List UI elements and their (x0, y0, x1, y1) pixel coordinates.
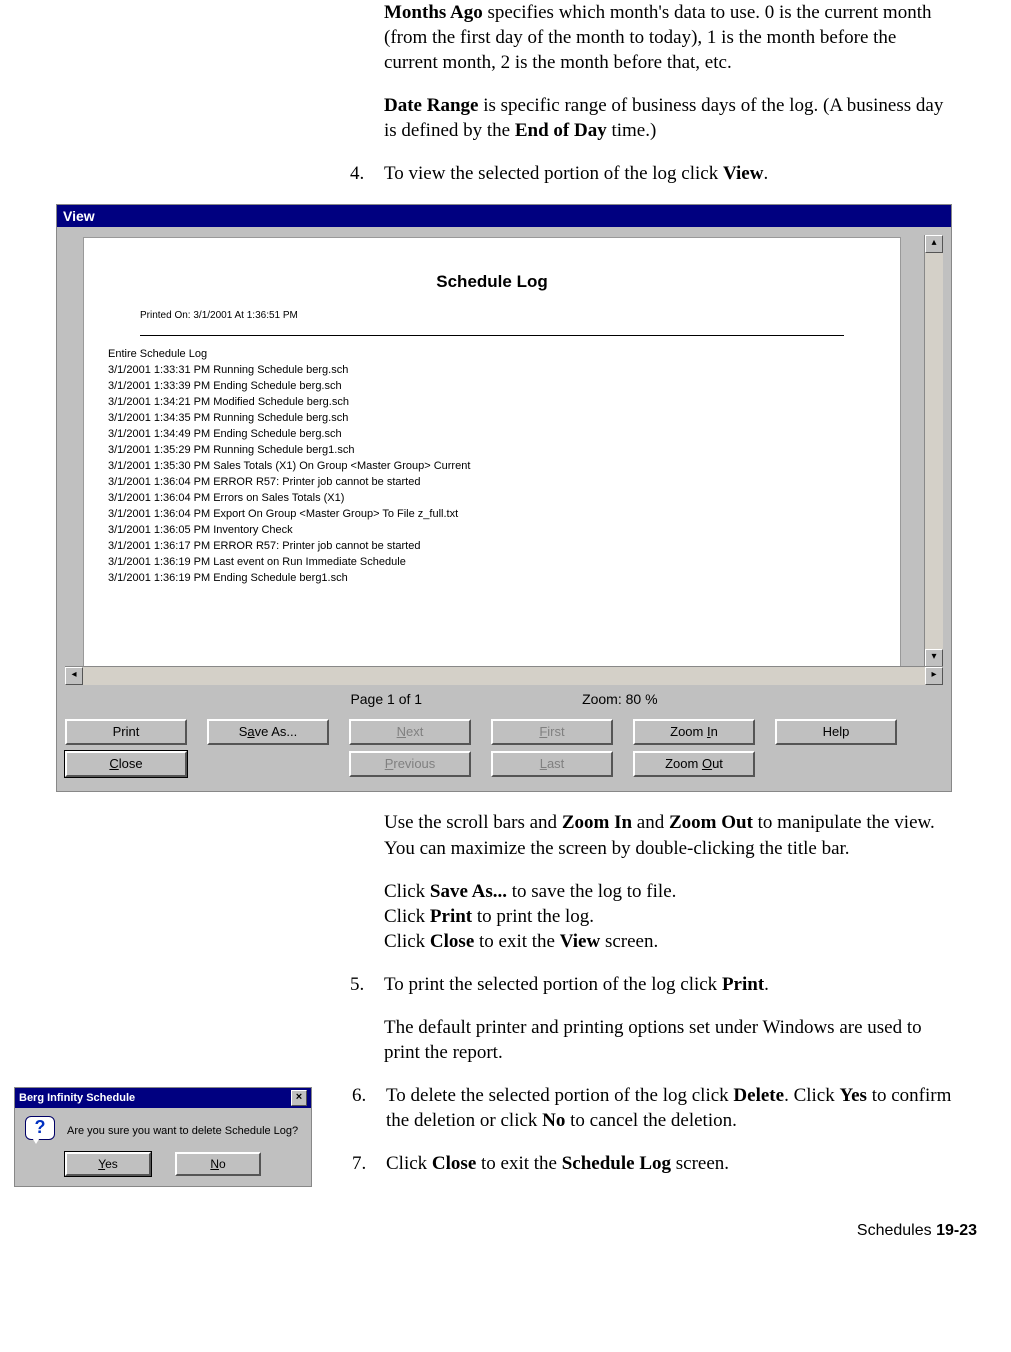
saveas-print-close-para: Click Save As... to save the log to file… (384, 879, 950, 954)
confirm-title-text: Berg Infinity Schedule (19, 1092, 135, 1104)
log-line: 3/1/2001 1:36:04 PM ERROR R57: Printer j… (108, 474, 900, 490)
step-5: 5. To print the selected portion of the … (350, 972, 950, 1065)
log-line: 3/1/2001 1:36:19 PM Last event on Run Im… (108, 554, 900, 570)
help-button[interactable]: Help (775, 719, 897, 745)
page-footer: Schedules 19-23 (0, 1194, 1011, 1250)
log-line: 3/1/2001 1:36:04 PM Export On Group <Mas… (108, 506, 900, 522)
log-line: 3/1/2001 1:34:35 PM Running Schedule ber… (108, 410, 900, 426)
step-7-number: 7. (352, 1151, 386, 1176)
log-line: 3/1/2001 1:36:05 PM Inventory Check (108, 522, 900, 538)
document-viewport: Schedule Log Printed On: 3/1/2001 At 1:3… (65, 235, 943, 685)
log-line: 3/1/2001 1:35:29 PM Running Schedule ber… (108, 442, 900, 458)
scroll-left-icon[interactable]: ◂ (65, 667, 83, 685)
yes-button[interactable]: Yes (65, 1152, 151, 1176)
log-line: 3/1/2001 1:36:04 PM Errors on Sales Tota… (108, 490, 900, 506)
next-button[interactable]: Next (349, 719, 471, 745)
step-7: 7. Click Close to exit the Schedule Log … (352, 1151, 952, 1176)
confirm-titlebar[interactable]: Berg Infinity Schedule × (15, 1088, 311, 1108)
step-4: 4. To view the selected portion of the l… (350, 161, 950, 186)
page-indicator: Page 1 of 1 (350, 691, 422, 707)
step-4-number: 4. (350, 161, 384, 186)
printed-on-text: Printed On: 3/1/2001 At 1:36:51 PM (140, 310, 900, 321)
log-line: 3/1/2001 1:36:19 PM Ending Schedule berg… (108, 570, 900, 586)
horizontal-scrollbar[interactable]: ◂ ▸ (65, 666, 943, 685)
first-button[interactable]: First (491, 719, 613, 745)
document-title: Schedule Log (84, 272, 900, 292)
entire-log-label: Entire Schedule Log (108, 348, 900, 360)
step-6-number: 6. (352, 1083, 386, 1133)
scroll-up-icon[interactable]: ▴ (925, 235, 943, 253)
footer-section: Schedules (857, 1222, 936, 1239)
log-line: 3/1/2001 1:36:17 PM ERROR R57: Printer j… (108, 538, 900, 554)
view-title-text: View (63, 208, 95, 224)
scroll-down-icon[interactable]: ▾ (925, 649, 943, 667)
end-of-day-label: End of Day (515, 120, 607, 141)
document-divider (140, 335, 844, 336)
log-line: 3/1/2001 1:33:31 PM Running Schedule ber… (108, 362, 900, 378)
last-button[interactable]: Last (491, 751, 613, 777)
date-range-para: Date Range is specific range of business… (384, 93, 950, 143)
view-titlebar[interactable]: View (57, 205, 951, 227)
log-line: 3/1/2001 1:35:30 PM Sales Totals (X1) On… (108, 458, 900, 474)
view-status-row: Page 1 of 1 Zoom: 80 % (65, 691, 943, 707)
months-ago-label: Months Ago (384, 2, 483, 23)
scroll-right-icon[interactable]: ▸ (925, 667, 943, 685)
scroll-zoom-para: Use the scroll bars and Zoom In and Zoom… (384, 810, 950, 860)
close-icon[interactable]: × (291, 1090, 307, 1106)
zoom-out-button[interactable]: Zoom Out (633, 751, 755, 777)
confirm-dialog: Berg Infinity Schedule × ? Are you sure … (14, 1087, 312, 1187)
save-as-button[interactable]: Save As... (207, 719, 329, 745)
previous-button[interactable]: Previous (349, 751, 471, 777)
document-page: Schedule Log Printed On: 3/1/2001 At 1:3… (83, 237, 901, 669)
question-icon: ? (25, 1116, 55, 1146)
vertical-scrollbar[interactable]: ▴ ▾ (924, 235, 943, 667)
step-5-subtext: The default printer and printing options… (384, 1015, 950, 1065)
zoom-indicator: Zoom: 80 % (582, 691, 657, 707)
log-lines: 3/1/2001 1:33:31 PM Running Schedule ber… (108, 362, 900, 586)
footer-page-number: 19-23 (936, 1222, 977, 1239)
months-ago-para: Months Ago specifies which month's data … (384, 0, 950, 75)
confirm-message: Are you sure you want to delete Schedule… (67, 1125, 298, 1137)
close-button[interactable]: Close (65, 751, 187, 777)
view-window: View Schedule Log Printed On: 3/1/2001 A… (56, 204, 952, 792)
print-button[interactable]: Print (65, 719, 187, 745)
log-line: 3/1/2001 1:34:49 PM Ending Schedule berg… (108, 426, 900, 442)
no-button[interactable]: No (175, 1152, 261, 1176)
zoom-in-button[interactable]: Zoom In (633, 719, 755, 745)
step-5-number: 5. (350, 972, 384, 1065)
step-6: 6. To delete the selected portion of the… (352, 1083, 952, 1133)
date-range-label: Date Range (384, 95, 478, 116)
log-line: 3/1/2001 1:33:39 PM Ending Schedule berg… (108, 378, 900, 394)
log-line: 3/1/2001 1:34:21 PM Modified Schedule be… (108, 394, 900, 410)
